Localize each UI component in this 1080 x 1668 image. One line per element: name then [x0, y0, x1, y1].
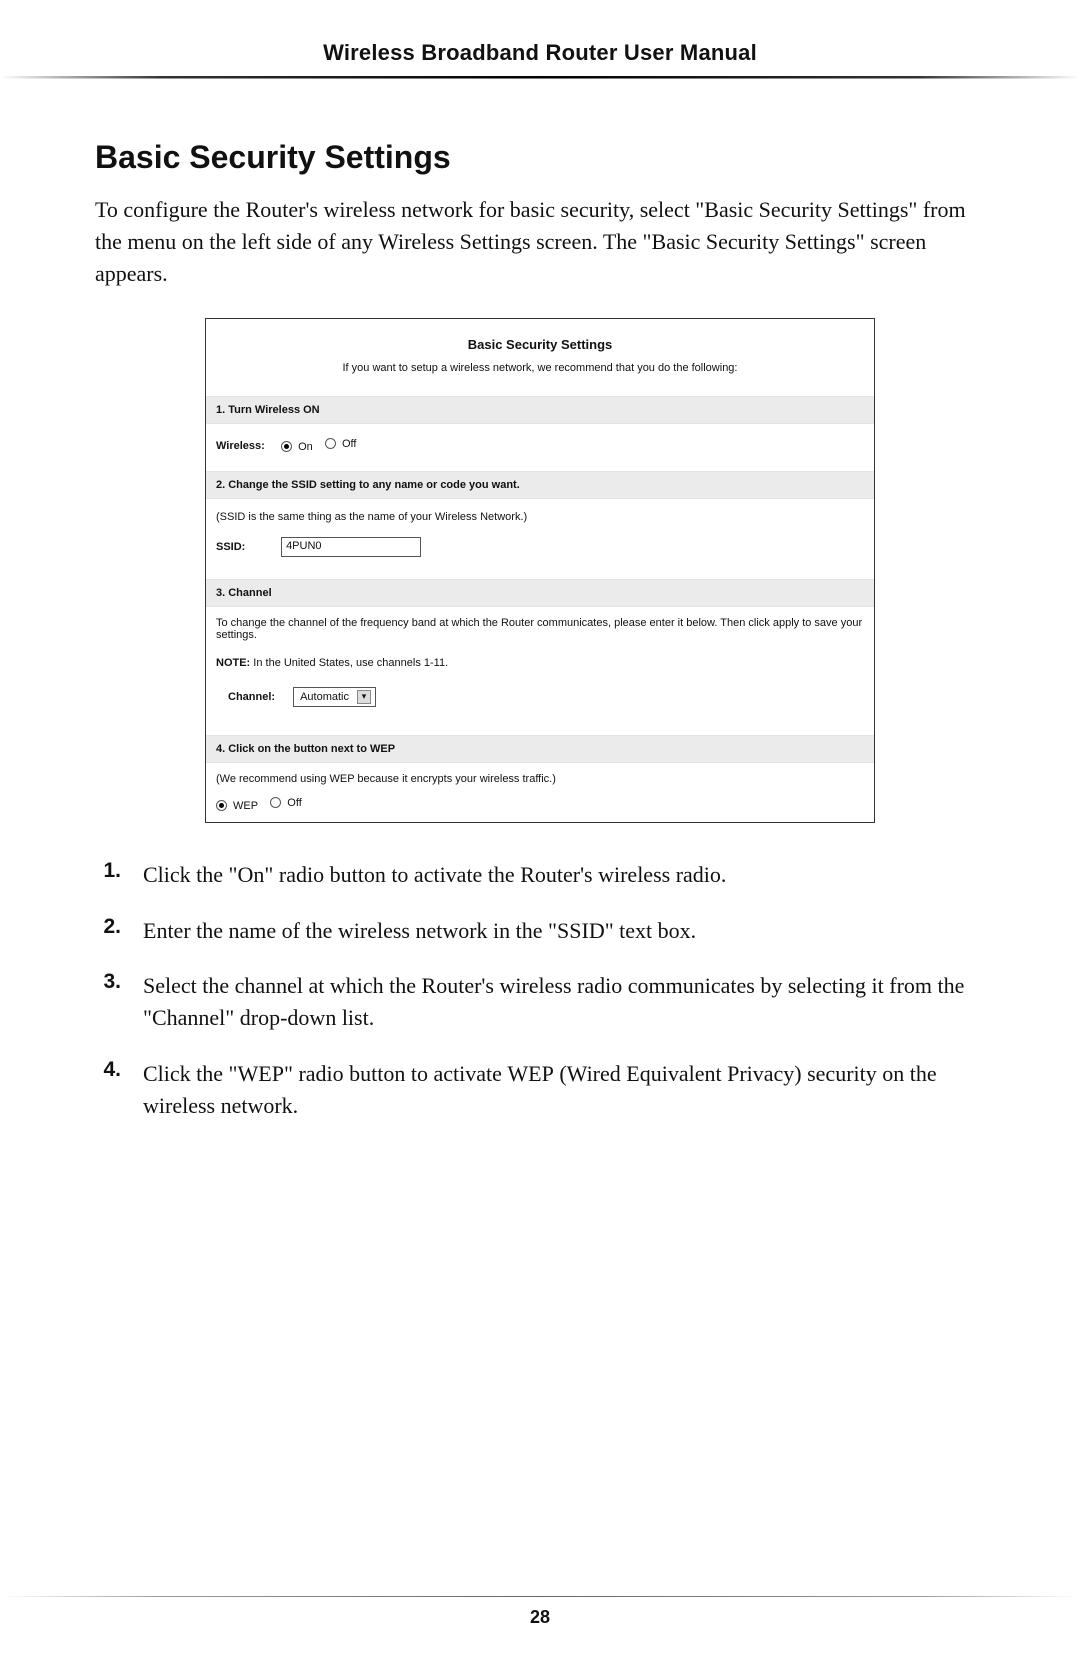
ss-step-2-header: 2. Change the SSID setting to any name o… [206, 471, 874, 499]
chevron-down-icon: ▾ [357, 690, 371, 704]
wep-note: (We recommend using WEP because it encry… [206, 763, 874, 795]
radio-wepoff-label: Off [287, 797, 301, 809]
instruction-2-pre: Enter the name of the wireless network i… [143, 918, 557, 943]
instruction-3-text: Select the channel at which the Router's… [143, 970, 985, 1034]
ss-title: Basic Security Settings [206, 319, 874, 362]
channel-select-value: Automatic [300, 691, 349, 703]
instruction-4-pre: Click the " [143, 1061, 238, 1086]
radio-wep-label: WEP [233, 800, 258, 812]
channel-label: Channel: [228, 691, 290, 703]
instruction-1-text: Click the "On" radio button to activate … [143, 859, 726, 891]
radio-on-label: On [298, 441, 313, 453]
ss-step-3-header: 3. Channel [206, 579, 874, 607]
radio-wepoff-icon [270, 797, 281, 808]
instruction-4: 4. Click the "WEP" radio button to activ… [95, 1058, 985, 1122]
channel-desc: To change the channel of the frequency b… [206, 607, 874, 651]
page-number: 28 [0, 1607, 1080, 1628]
instruction-4-text: Click the "WEP" radio button to activate… [143, 1058, 985, 1122]
channel-note: NOTE: In the United States, use channels… [206, 651, 874, 679]
radio-wep-icon [216, 800, 227, 811]
radio-on-icon [281, 441, 292, 452]
channel-select[interactable]: Automatic ▾ [293, 687, 376, 707]
wep-row: WEP Off [206, 795, 874, 822]
content-area: Basic Security Settings To configure the… [0, 79, 1080, 1122]
instruction-4-sc: WEP [238, 1061, 284, 1086]
settings-screenshot: Basic Security Settings If you want to s… [205, 318, 875, 823]
instruction-1-num: 1. [95, 859, 121, 891]
ssid-input[interactable]: 4PUN0 [281, 537, 421, 557]
manual-header-title: Wireless Broadband Router User Manual [0, 40, 1080, 66]
instruction-2-text: Enter the name of the wireless network i… [143, 915, 696, 947]
instruction-3: 3. Select the channel at which the Route… [95, 970, 985, 1034]
channel-row: Channel: Automatic ▾ [206, 679, 874, 735]
ssid-row: SSID: 4PUN0 [206, 533, 874, 579]
page: Wireless Broadband Router User Manual Ba… [0, 0, 1080, 1668]
wireless-on-option[interactable]: On [281, 441, 313, 453]
instruction-2-sc: SSID [557, 918, 605, 943]
radio-off-icon [325, 438, 336, 449]
wireless-label: Wireless: [216, 440, 278, 452]
page-footer: 28 [0, 1596, 1080, 1628]
section-heading: Basic Security Settings [95, 139, 985, 176]
section-intro: To configure the Router's wireless netwo… [95, 194, 985, 290]
wireless-off-option[interactable]: Off [325, 438, 356, 450]
ss-step-1-header: 1. Turn Wireless ON [206, 396, 874, 424]
instruction-4-num: 4. [95, 1058, 121, 1122]
instruction-list: 1. Click the "On" radio button to activa… [95, 859, 985, 1122]
wireless-row: Wireless: On Off [206, 424, 874, 471]
ss-subtitle: If you want to setup a wireless network,… [206, 362, 874, 396]
instruction-1: 1. Click the "On" radio button to activa… [95, 859, 985, 891]
instruction-3-num: 3. [95, 970, 121, 1034]
ssid-label: SSID: [216, 541, 278, 553]
ssid-note: (SSID is the same thing as the name of y… [206, 499, 874, 533]
instruction-2-num: 2. [95, 915, 121, 947]
footer-rule [0, 1596, 1080, 1597]
channel-note-rest: In the United States, use channels 1-11. [250, 657, 448, 669]
wep-on-option[interactable]: WEP [216, 800, 258, 812]
wep-off-option[interactable]: Off [270, 797, 301, 809]
radio-off-label: Off [342, 438, 356, 450]
screenshot-wrapper: Basic Security Settings If you want to s… [95, 318, 985, 823]
instruction-2: 2. Enter the name of the wireless networ… [95, 915, 985, 947]
instruction-4-mid: " radio button to activate [284, 1061, 507, 1086]
instruction-4-sc2: WEP [507, 1061, 553, 1086]
ss-step-4-header: 4. Click on the button next to WEP [206, 735, 874, 763]
instruction-2-post: " text box. [605, 918, 696, 943]
channel-note-prefix: NOTE: [216, 657, 250, 669]
